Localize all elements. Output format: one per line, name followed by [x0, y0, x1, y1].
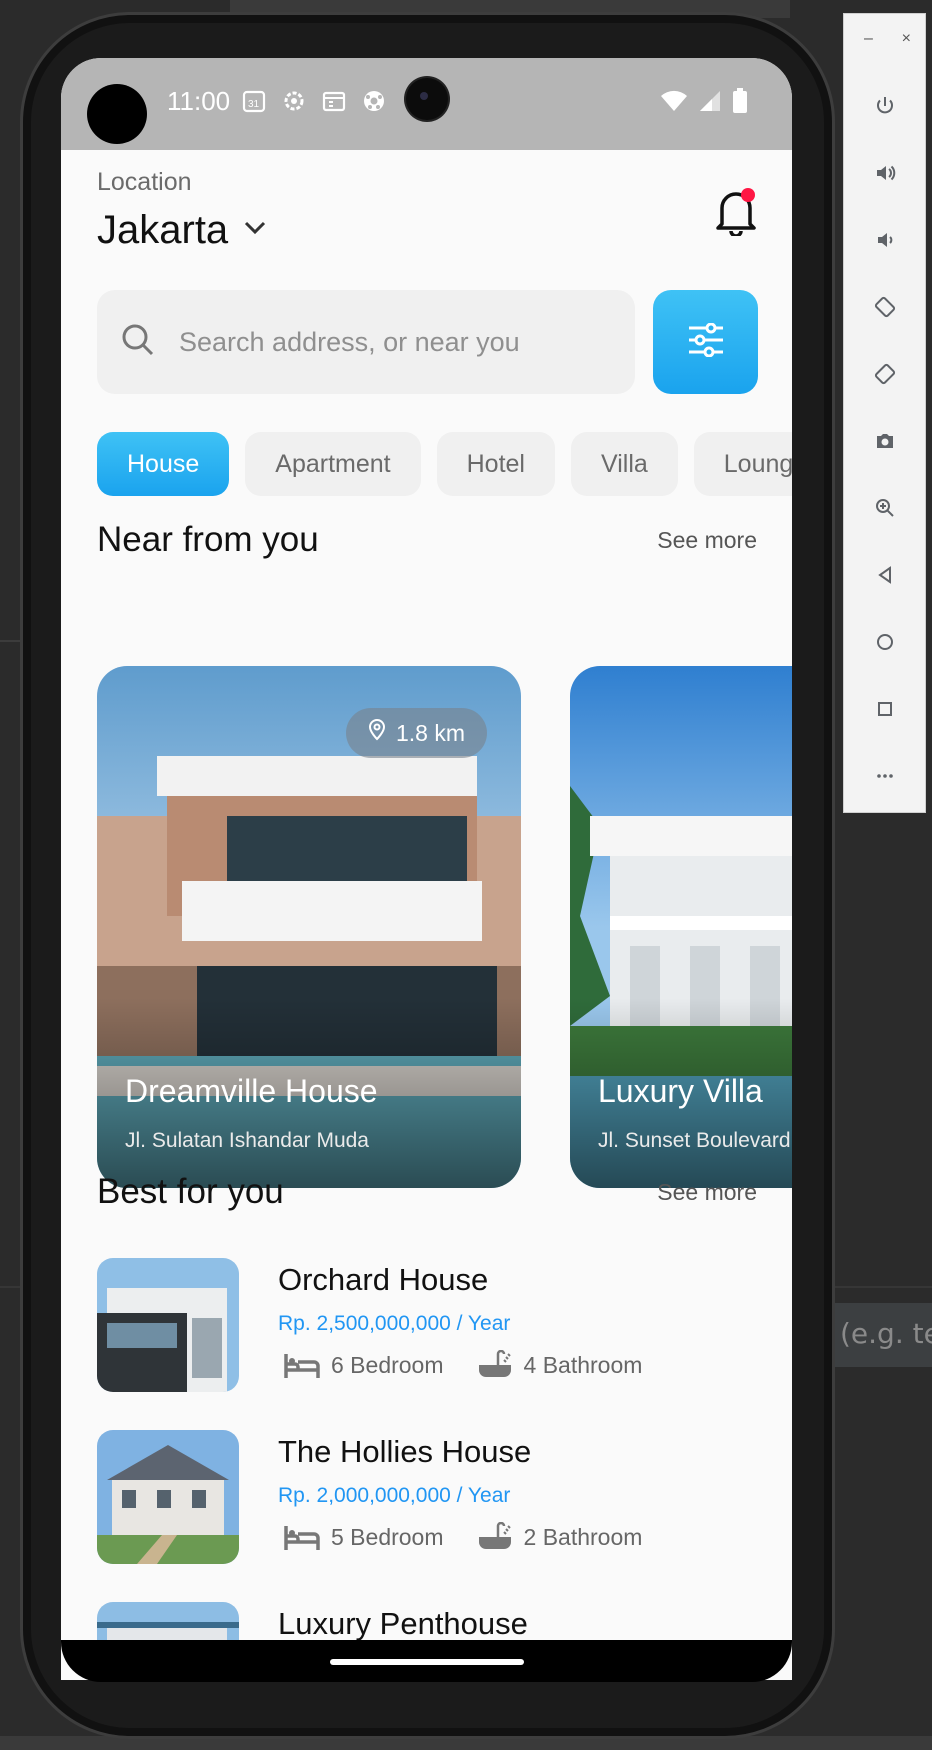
best-section-title: Best for you: [97, 1172, 284, 1211]
front-camera: [406, 78, 448, 120]
list-item[interactable]: The Hollies House Rp. 2,000,000,000 / Ye…: [97, 1430, 757, 1566]
property-card[interactable]: Luxury Villa Jl. Sunset Boulevard: [570, 666, 792, 1188]
bedroom-count: 5 Bedroom: [331, 1523, 444, 1550]
category-chip-villa[interactable]: Villa: [570, 432, 678, 496]
search-icon: [121, 323, 155, 362]
overview-icon[interactable]: [844, 675, 925, 742]
location-selector[interactable]: Jakarta: [97, 208, 268, 253]
status-avatar-dot: [87, 84, 147, 144]
home-indicator[interactable]: [330, 1659, 524, 1665]
category-chip-apartment[interactable]: Apartment: [245, 432, 421, 496]
ide-divider: [0, 640, 20, 642]
distance-text: 1.8 km: [395, 719, 465, 746]
bed-icon: [283, 1350, 321, 1380]
camera-icon[interactable]: [844, 407, 925, 474]
property-card[interactable]: 1.8 km Dreamville House Jl. Sulatan Isha…: [97, 666, 521, 1188]
category-chips: House Apartment Hotel Villa Lounge: [97, 432, 792, 496]
item-title: Luxury Penthouse: [278, 1606, 528, 1641]
category-chip-house[interactable]: House: [97, 432, 230, 496]
back-icon[interactable]: [844, 541, 925, 608]
near-section-header: Near from you See more: [97, 520, 757, 560]
category-chip-hotel[interactable]: Hotel: [436, 432, 555, 496]
bathtub-icon: [476, 1349, 514, 1380]
rotate-left-icon[interactable]: [844, 273, 925, 340]
bathroom-count: 2 Bathroom: [523, 1523, 643, 1550]
location-pin-icon: [368, 719, 386, 747]
home-icon[interactable]: [844, 608, 925, 675]
best-see-more-link[interactable]: See more: [657, 1179, 757, 1206]
bedroom-count: 6 Bedroom: [331, 1351, 444, 1378]
svg-text:31: 31: [248, 99, 260, 110]
emulator-toolbar: – ×: [843, 13, 926, 813]
more-icon[interactable]: [844, 742, 925, 809]
near-section-title: Near from you: [97, 520, 319, 559]
wifi-icon: [660, 89, 688, 118]
item-price: Rp. 2,000,000,000 / Year: [278, 1484, 511, 1507]
distance-badge: 1.8 km: [345, 708, 487, 758]
status-bar: 11:00 31: [61, 58, 792, 150]
best-section-header: Best for you See more: [97, 1172, 757, 1212]
card-address: Jl. Sunset Boulevard: [598, 1129, 791, 1152]
rotate-right-icon[interactable]: [844, 340, 925, 407]
settings-icon: [281, 88, 307, 114]
search-input[interactable]: Search address, or near you: [97, 290, 635, 394]
search-placeholder: Search address, or near you: [179, 326, 520, 357]
city-name: Jakarta: [97, 208, 229, 252]
schedule-icon: [321, 88, 347, 114]
minimize-icon[interactable]: –: [864, 30, 873, 72]
item-price: Rp. 2,500,000,000 / Year: [278, 1312, 511, 1335]
item-title: The Hollies House: [278, 1434, 532, 1469]
phone-screen: 11:00 31 Location Jakarta Search address…: [61, 58, 792, 1680]
property-thumbnail: [97, 1430, 239, 1564]
category-chip-lounge[interactable]: Lounge: [693, 432, 792, 496]
ball-icon: [361, 88, 387, 114]
close-icon[interactable]: ×: [902, 30, 911, 72]
battery-icon: [732, 88, 748, 119]
card-title: Luxury Villa: [598, 1073, 763, 1109]
location-label: Location: [97, 168, 192, 196]
notification-bell-icon[interactable]: [714, 186, 758, 238]
volume-down-icon[interactable]: [844, 206, 925, 273]
item-title: Orchard House: [278, 1262, 489, 1297]
chevron-down-icon: [242, 219, 268, 242]
volume-up-icon[interactable]: [844, 139, 925, 206]
zoom-icon[interactable]: [844, 474, 925, 541]
sliders-icon: [687, 322, 725, 362]
near-see-more-link[interactable]: See more: [657, 527, 757, 554]
status-time: 11:00: [167, 86, 231, 116]
card-address: Jl. Sulatan Ishandar Muda: [125, 1129, 369, 1152]
list-item[interactable]: Orchard House Rp. 2,500,000,000 / Year 6…: [97, 1258, 757, 1394]
bed-icon: [283, 1522, 321, 1552]
filter-button[interactable]: [653, 290, 758, 394]
property-thumbnail: [97, 1258, 239, 1392]
ide-text-field[interactable]: (e.g. tex: [832, 1303, 932, 1367]
bathroom-count: 4 Bathroom: [523, 1351, 643, 1378]
bathtub-icon: [476, 1521, 514, 1552]
signal-icon: [698, 89, 722, 118]
calendar-icon: 31: [241, 88, 267, 114]
card-title: Dreamville House: [125, 1073, 378, 1109]
power-icon[interactable]: [844, 72, 925, 139]
